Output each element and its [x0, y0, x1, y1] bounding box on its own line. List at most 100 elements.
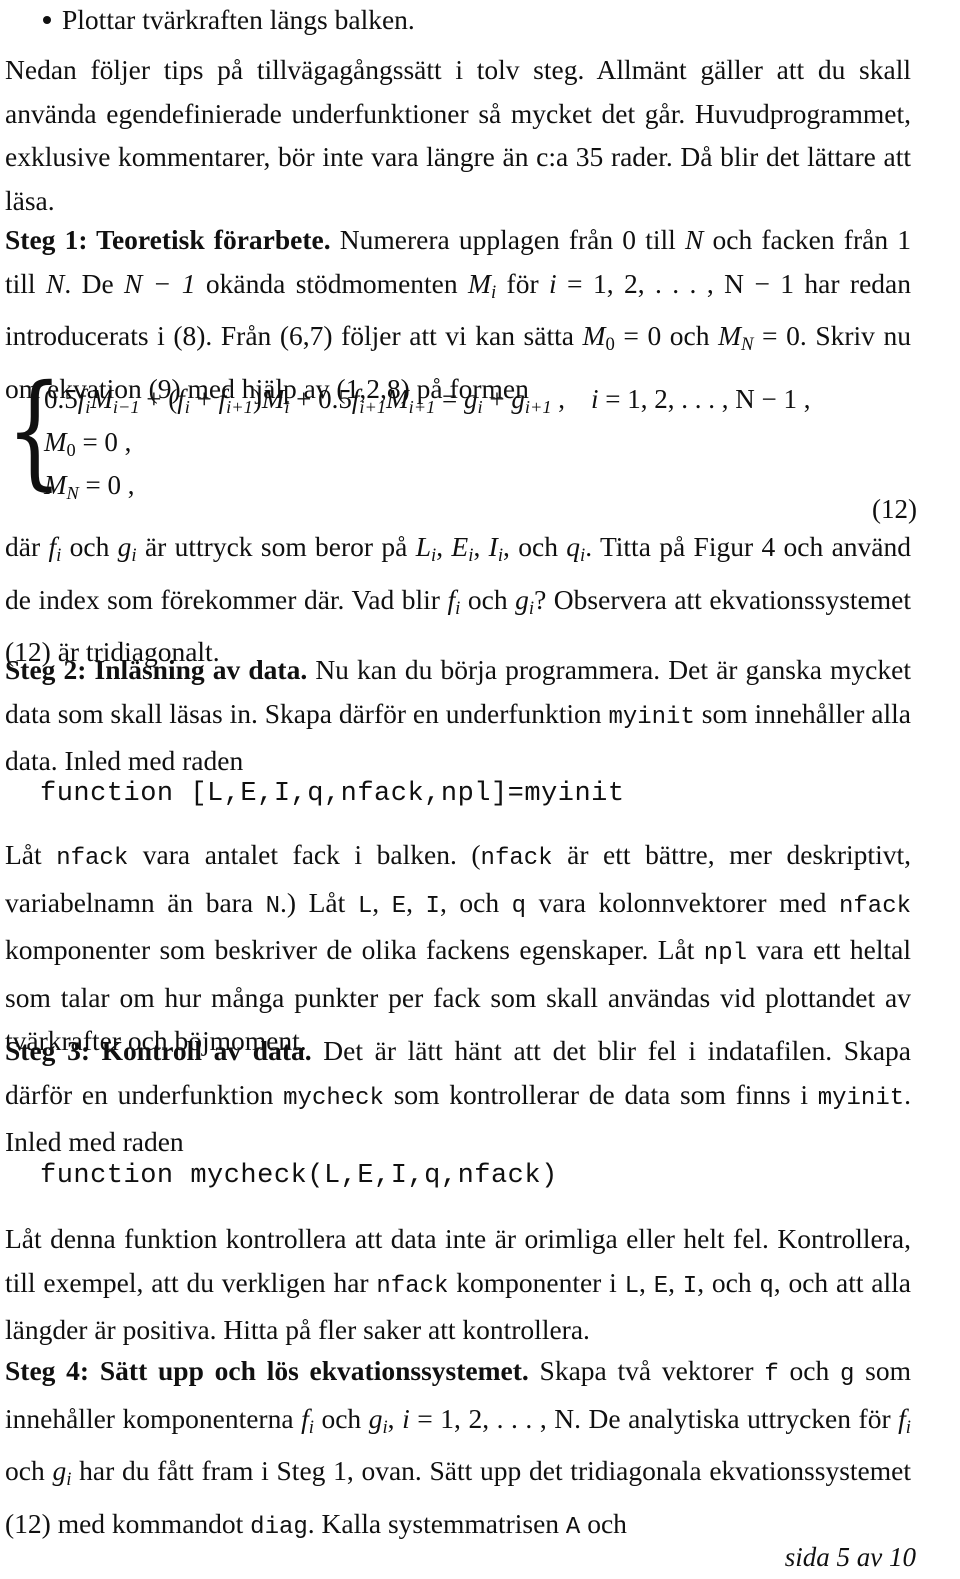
- math-N: N: [684, 224, 704, 255]
- steg1-text-7: och: [661, 320, 719, 352]
- steg1-text-3: . De: [64, 267, 125, 299]
- s2-h: vara kolonnvektorer med: [526, 886, 839, 918]
- eq-M2: M: [261, 384, 285, 414]
- eq-plus-4: +: [482, 384, 512, 414]
- ae-f: f: [48, 531, 57, 562]
- s3b-c: ,: [639, 1266, 654, 1298]
- s4-math-i: i: [402, 1402, 410, 1434]
- code-q-2: q: [759, 1272, 774, 1300]
- math-MN: M: [718, 320, 741, 352]
- eq-comma: ,: [551, 384, 566, 414]
- code-nfack-3: nfack: [838, 892, 911, 920]
- ae-q: q: [566, 531, 581, 562]
- math-M: M: [468, 267, 491, 299]
- s2-g: , och: [439, 886, 512, 918]
- ae-t1: där: [5, 531, 49, 562]
- ae-t2: och: [61, 531, 118, 562]
- steg2-paragraph: Steg 2: Inläsning av data. Nu kan du bör…: [5, 648, 911, 783]
- steg3-paragraph-2-wrap: Låt denna funktion kontrollera att data …: [5, 1217, 911, 1352]
- ae-t3: är uttryck som beror på: [136, 531, 416, 562]
- code-E-2: E: [653, 1272, 669, 1300]
- s4-math-g2: g: [52, 1455, 67, 1487]
- intro-text: Nedan följer tips på tillvägagångssätt i…: [5, 54, 911, 216]
- math-MN-sub: N: [741, 334, 754, 356]
- steg1-text-1: Numerera upplagen från 0 till: [330, 224, 685, 255]
- ae-t4: ,: [436, 531, 452, 562]
- code-f: f: [764, 1361, 779, 1388]
- math-M0: M: [582, 320, 606, 352]
- equation-line-1: 0.5fiMi−1 + (fi + fi+1)Mi + 0.5fi+1Mi+1 …: [44, 382, 944, 425]
- ae-I: I: [488, 531, 498, 562]
- eq-f4-sub: i+1: [359, 397, 387, 418]
- s4-math-f2: f: [898, 1402, 906, 1434]
- steg4-heading: Steg 4: Sätt upp och lös ekvationssystem…: [5, 1355, 529, 1386]
- section-steg2: Steg 2: Inläsning av data. Nu kan du bör…: [5, 648, 911, 783]
- code-nfack-2: nfack: [480, 845, 553, 872]
- section-steg3: Steg 3: Kontroll av data. Det är lätt hä…: [5, 1029, 911, 1164]
- s4-a: Skapa två vektorer: [528, 1355, 765, 1386]
- section-steg4: Steg 4: Sätt upp och lös ekvationssystem…: [5, 1349, 911, 1549]
- eq-f2: f: [177, 384, 185, 414]
- code-block-mycheck: function mycheck(L,E,I,q,nfack): [40, 1161, 946, 1191]
- equation-12-block: { 0.5fiMi−1 + (fi + fi+1)Mi + 0.5fi+1Mi+…: [0, 369, 960, 524]
- code-block-myinit: function [L,E,I,q,nfack,npl]=myinit: [40, 779, 946, 809]
- ae-t5: ,: [473, 531, 489, 562]
- math-i-range: = 1, 2, . . . , N − 1: [556, 267, 794, 299]
- eq-f3: f: [218, 384, 227, 414]
- eq-M3-sub: i+1: [408, 397, 436, 418]
- ae-g2: g: [515, 583, 529, 615]
- document-page: Plottar tvärkraften längs balken. Nedan …: [0, 0, 960, 1579]
- eq-coef-2: 0.5: [318, 384, 352, 414]
- code-I: I: [425, 892, 440, 920]
- list-item: Plottar tvärkraften längs balken.: [5, 0, 911, 42]
- s4-math-f: f: [301, 1402, 309, 1434]
- code-E: E: [391, 892, 407, 920]
- eq-range-i: i: [591, 384, 599, 414]
- code-npl: npl: [703, 940, 748, 967]
- code-L-2: L: [624, 1272, 639, 1300]
- ae-t8: och: [460, 583, 516, 615]
- steg4-paragraph: Steg 4: Sätt upp och lös ekvationssystem…: [5, 1349, 911, 1549]
- ae-g: g: [117, 531, 132, 562]
- s4-math-f2-sub: i: [905, 1416, 911, 1438]
- eq2-M-sub: 0: [66, 440, 76, 461]
- s2-f: ,: [406, 886, 426, 918]
- s2-d: .) Låt: [280, 886, 358, 918]
- code-L: L: [357, 892, 373, 920]
- equation-lines: 0.5fiMi−1 + (fi + fi+1)Mi + 0.5fi+1Mi+1 …: [44, 382, 944, 511]
- eq3-M-sub: N: [66, 483, 79, 504]
- eq2-rest: = 0 ,: [75, 427, 132, 458]
- s4-i: . Kalla systemmatrisen: [307, 1507, 566, 1539]
- s4-e: ,: [387, 1402, 403, 1434]
- steg1-text-4: okända stödmomenten: [195, 267, 469, 299]
- code-I-2: I: [682, 1272, 698, 1300]
- s4-math-g: g: [368, 1402, 383, 1434]
- code-myinit: myinit: [608, 703, 695, 731]
- ae-t6: , och: [503, 531, 567, 562]
- math-M0-eq: = 0: [614, 320, 662, 352]
- page-footer: sida 5 av 10: [784, 1542, 916, 1572]
- s2-a: Låt: [5, 839, 57, 870]
- steg3-heading: Steg 3: Kontroll av data.: [5, 1035, 312, 1066]
- bullet-dot-icon: [43, 16, 51, 24]
- eq-g1: g: [464, 384, 478, 414]
- math-i: i: [549, 267, 557, 299]
- steg1-heading: Steg 1: Teoretisk förarbete.: [5, 224, 331, 255]
- eq3-M: M: [44, 470, 67, 501]
- code-N: N: [265, 892, 281, 920]
- eq-plus-1: + (: [139, 384, 178, 414]
- math-N-2: N: [45, 267, 65, 299]
- steg3-paragraph: Steg 3: Kontroll av data. Det är lätt hä…: [5, 1029, 911, 1164]
- code-nfack-4: nfack: [376, 1272, 449, 1300]
- s4-b: och: [778, 1355, 840, 1386]
- equation-number: (12): [872, 494, 917, 524]
- steg2-heading: Steg 2: Inläsning av data.: [5, 654, 308, 685]
- eq-M3: M: [386, 384, 409, 414]
- steg1-text-5: för: [496, 267, 550, 299]
- s3b-e: , och: [697, 1266, 760, 1298]
- equation-line-3: MN = 0 ,: [44, 468, 944, 511]
- math-M0-sub: 0: [605, 334, 615, 356]
- eq-g2-sub: i+1: [524, 397, 552, 418]
- s4-f: . De analytiska uttrycken för: [574, 1402, 899, 1434]
- s2-i: komponenter som beskriver de olika facke…: [5, 934, 704, 965]
